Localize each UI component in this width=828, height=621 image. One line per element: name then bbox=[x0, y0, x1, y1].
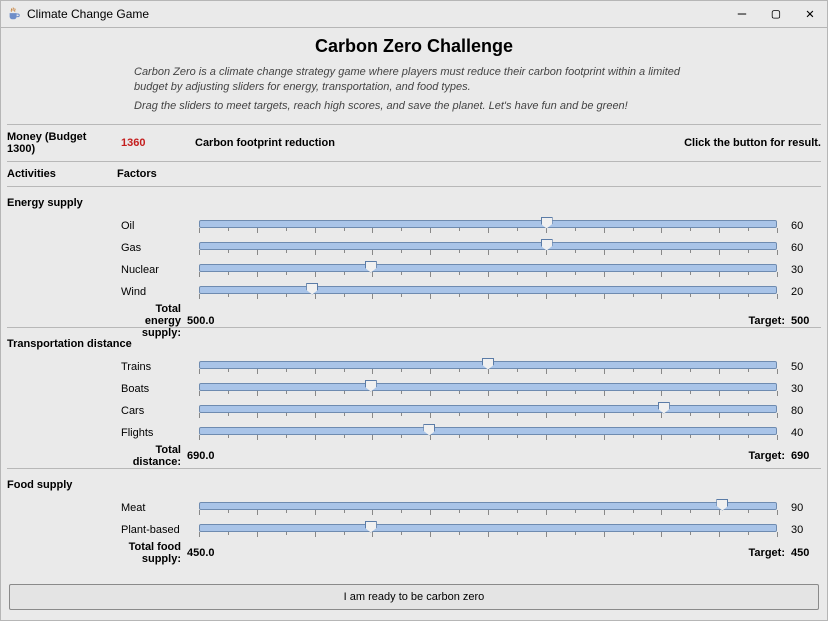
carbon-footprint-label: Carbon footprint reduction bbox=[195, 137, 680, 149]
transport-sum-value: 690.0 bbox=[187, 450, 247, 462]
factor-label: Wind bbox=[121, 286, 191, 298]
factor-row: Flights 40 bbox=[7, 422, 821, 444]
window-controls: — ▢ ✕ bbox=[725, 1, 827, 27]
submit-button[interactable]: I am ready to be carbon zero bbox=[9, 584, 819, 610]
factor-label: Oil bbox=[121, 220, 191, 232]
factor-label: Meat bbox=[121, 502, 191, 514]
java-icon bbox=[7, 7, 21, 21]
page-description-1: Carbon Zero is a climate change strategy… bbox=[134, 65, 694, 95]
transport-target-value: 690 bbox=[785, 450, 821, 462]
factors-header: Factors bbox=[117, 168, 821, 180]
slider[interactable] bbox=[195, 282, 781, 302]
page-description-2: Drag the sliders to meet targets, reach … bbox=[134, 99, 694, 114]
factor-row: Cars 80 bbox=[7, 400, 821, 422]
food-target-label: Target: bbox=[735, 547, 785, 559]
maximize-button[interactable]: ▢ bbox=[759, 1, 793, 27]
slider[interactable] bbox=[195, 498, 781, 518]
food-target-value: 450 bbox=[785, 547, 821, 559]
status-row: Money (Budget 1300) 1360 Carbon footprin… bbox=[7, 131, 821, 155]
factor-row: Nuclear 30 bbox=[7, 259, 821, 281]
factor-value: 30 bbox=[785, 524, 821, 536]
factor-row: Gas 60 bbox=[7, 237, 821, 259]
slider[interactable] bbox=[195, 379, 781, 399]
energy-target-value: 500 bbox=[785, 315, 821, 327]
transport-target-label: Target: bbox=[735, 450, 785, 462]
money-value: 1360 bbox=[121, 137, 191, 149]
app-window: Climate Change Game — ▢ ✕ Carbon Zero Ch… bbox=[0, 0, 828, 621]
minimize-button[interactable]: — bbox=[725, 1, 759, 27]
factor-label: Trains bbox=[121, 361, 191, 373]
factor-row: Trains 50 bbox=[7, 356, 821, 378]
activities-header: Activities bbox=[7, 168, 117, 180]
slider[interactable] bbox=[195, 423, 781, 443]
factor-label: Nuclear bbox=[121, 264, 191, 276]
factor-label: Cars bbox=[121, 405, 191, 417]
money-label: Money (Budget 1300) bbox=[7, 131, 117, 155]
factor-value: 90 bbox=[785, 502, 821, 514]
divider bbox=[7, 327, 821, 328]
food-summary-row: Total food supply: 450.0 Target: 450 bbox=[7, 541, 821, 559]
transport-summary-row: Total distance: 690.0 Target: 690 bbox=[7, 444, 821, 462]
factor-value: 50 bbox=[785, 361, 821, 373]
energy-sum-value: 500.0 bbox=[187, 315, 247, 327]
divider bbox=[7, 161, 821, 162]
close-button[interactable]: ✕ bbox=[793, 1, 827, 27]
divider bbox=[7, 124, 821, 125]
factor-value: 60 bbox=[785, 242, 821, 254]
slider[interactable] bbox=[195, 357, 781, 377]
titlebar: Climate Change Game — ▢ ✕ bbox=[1, 1, 827, 28]
factor-value: 30 bbox=[785, 264, 821, 276]
window-title: Climate Change Game bbox=[27, 7, 149, 21]
energy-target-label: Target: bbox=[735, 315, 785, 327]
divider bbox=[7, 468, 821, 469]
factor-row: Wind 20 bbox=[7, 281, 821, 303]
food-sum-value: 450.0 bbox=[187, 547, 247, 559]
transport-sum-label: Total distance: bbox=[117, 444, 187, 468]
factor-label: Flights bbox=[121, 427, 191, 439]
factor-value: 30 bbox=[785, 383, 821, 395]
factor-label: Boats bbox=[121, 383, 191, 395]
slider[interactable] bbox=[195, 401, 781, 421]
factor-row: Plant-based 30 bbox=[7, 519, 821, 541]
energy-section-label: Energy supply bbox=[7, 197, 821, 209]
factor-row: Meat 90 bbox=[7, 497, 821, 519]
factor-row: Boats 30 bbox=[7, 378, 821, 400]
slider[interactable] bbox=[195, 238, 781, 258]
submit-button-label: I am ready to be carbon zero bbox=[344, 591, 485, 603]
factor-value: 20 bbox=[785, 286, 821, 298]
factor-value: 40 bbox=[785, 427, 821, 439]
slider[interactable] bbox=[195, 216, 781, 236]
page-title: Carbon Zero Challenge bbox=[7, 36, 821, 57]
energy-sum-label: Total energy supply: bbox=[117, 303, 187, 339]
column-headers: Activities Factors bbox=[7, 168, 821, 180]
factor-row: Oil 60 bbox=[7, 215, 821, 237]
food-section-label: Food supply bbox=[7, 479, 821, 491]
transport-section-label: Transportation distance bbox=[7, 338, 821, 350]
slider[interactable] bbox=[195, 260, 781, 280]
result-hint: Click the button for result. bbox=[684, 137, 821, 149]
factor-label: Gas bbox=[121, 242, 191, 254]
energy-summary-row: Total energy supply: 500.0 Target: 500 bbox=[7, 303, 821, 321]
factor-value: 80 bbox=[785, 405, 821, 417]
slider[interactable] bbox=[195, 520, 781, 540]
factor-value: 60 bbox=[785, 220, 821, 232]
divider bbox=[7, 186, 821, 187]
factor-label: Plant-based bbox=[121, 524, 191, 536]
